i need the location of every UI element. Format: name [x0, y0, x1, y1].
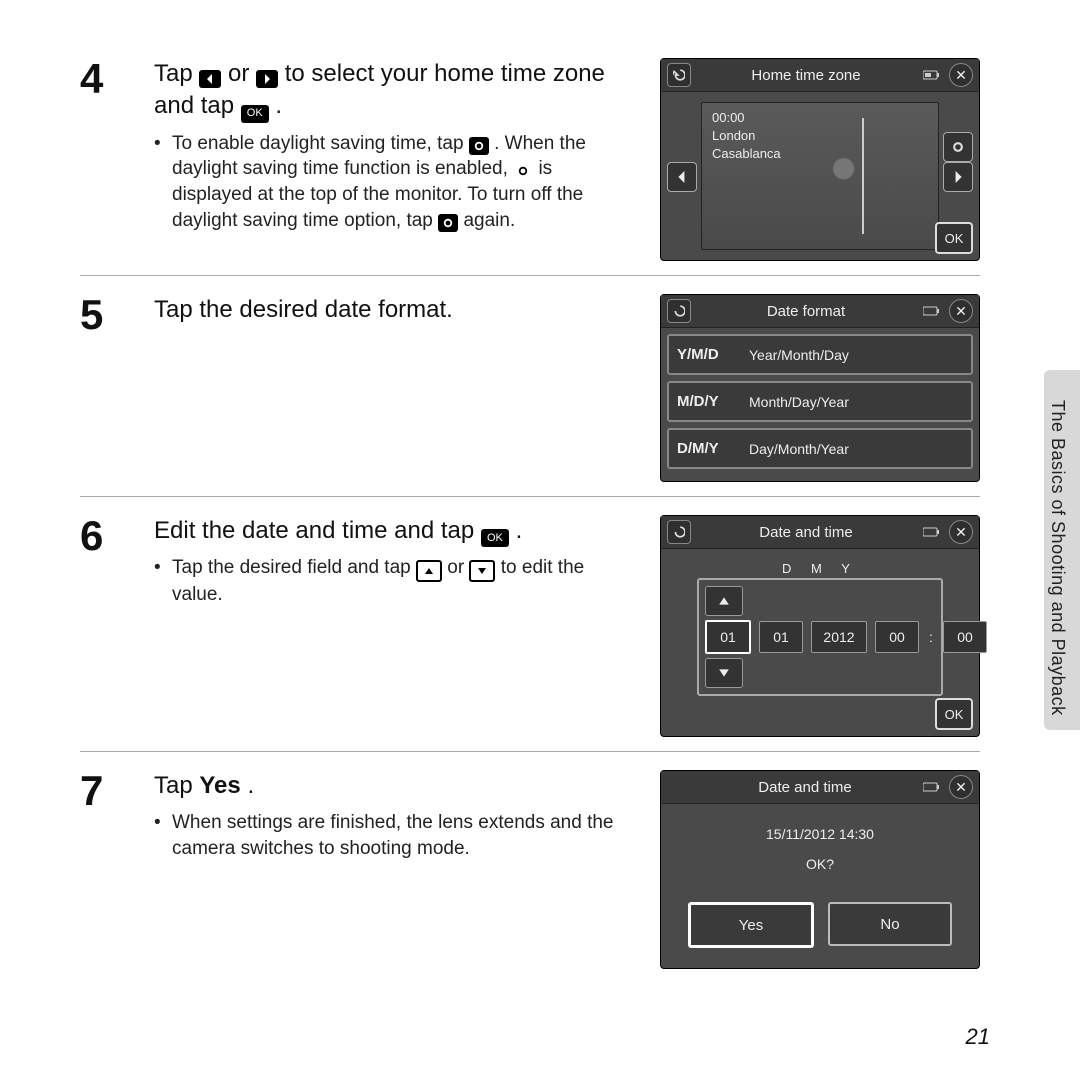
close-icon[interactable]: ✕: [949, 299, 973, 323]
text: .: [275, 92, 282, 119]
ok-button[interactable]: OK: [935, 698, 973, 730]
confirm-prompt: OK?: [671, 856, 969, 872]
back-icon[interactable]: [667, 63, 691, 87]
close-icon[interactable]: ✕: [949, 520, 973, 544]
screen-date-format: Date format ✕ Y/M/D Year/Month/Day M/D/Y…: [660, 294, 980, 482]
date-format-option-mdy[interactable]: M/D/Y Month/Day/Year: [667, 381, 973, 422]
close-icon[interactable]: ✕: [949, 63, 973, 87]
screen-title: Date format: [697, 303, 915, 320]
right-arrow-icon: [256, 70, 278, 88]
step-6: 6 Edit the date and time and tap OK . Ta…: [80, 497, 980, 752]
screen-confirm: Date and time ✕ 15/11/2012 14:30 OK? Yes…: [660, 770, 980, 969]
option-label: Year/Month/Day: [749, 347, 849, 363]
text: or: [228, 60, 256, 87]
back-icon[interactable]: [667, 520, 691, 544]
step-4-bullet: To enable daylight saving time, tap . Wh…: [154, 131, 632, 234]
confirm-datetime: 15/11/2012 14:30: [671, 826, 969, 842]
battery-icon: [921, 300, 943, 322]
dmy-header: D M Y: [671, 561, 969, 576]
hour-field[interactable]: 00: [875, 621, 919, 653]
world-map: 00:00 London Casablanca: [701, 102, 939, 250]
step-number: 4: [80, 58, 126, 261]
yes-button[interactable]: Yes: [688, 902, 814, 948]
left-arrow-icon: [199, 70, 221, 88]
step-5-headline: Tap the desired date format.: [154, 294, 632, 326]
day-field[interactable]: 01: [705, 620, 751, 654]
option-label: Day/Month/Year: [749, 441, 849, 457]
text: .: [247, 772, 254, 799]
text: Tap: [154, 60, 199, 87]
page-number: 21: [966, 1024, 990, 1050]
option-label: Month/Day/Year: [749, 394, 849, 410]
map-city: London: [712, 127, 781, 145]
screen-title: Date and time: [697, 524, 915, 541]
step-6-bullet: Tap the desired field and tap or to edit…: [154, 555, 632, 608]
text: Tap the desired field and tap: [172, 557, 416, 578]
ok-icon: OK: [481, 529, 509, 547]
dst-icon: [438, 214, 458, 232]
minute-field[interactable]: 00: [943, 621, 987, 653]
screen-title: Home time zone: [697, 67, 915, 84]
step-5: 5 Tap the desired date format. Date form…: [80, 276, 980, 497]
dst-toggle-button[interactable]: [943, 132, 973, 162]
step-number: 5: [80, 294, 126, 482]
screen-home-time-zone: Home time zone ✕ 00:00 London Casablanca: [660, 58, 980, 261]
option-key: M/D/Y: [677, 393, 735, 410]
text: again.: [463, 210, 515, 231]
up-arrow-icon: [416, 560, 442, 582]
map-city: Casablanca: [712, 145, 781, 163]
text: Edit the date and time and tap: [154, 517, 481, 544]
close-icon[interactable]: ✕: [949, 775, 973, 799]
text: or: [447, 557, 469, 578]
step-7: 7 Tap Yes . When settings are finished, …: [80, 752, 980, 983]
year-field[interactable]: 2012: [811, 621, 867, 653]
screen-title: Date and time: [695, 779, 915, 796]
date-format-option-dmy[interactable]: D/M/Y Day/Month/Year: [667, 428, 973, 469]
battery-icon: [921, 776, 943, 798]
text: Tap: [154, 772, 199, 799]
side-section-label: The Basics of Shooting and Playback: [1047, 400, 1068, 716]
datetime-editor: 01 01 2012 00 : 00: [697, 578, 943, 696]
step-number: 7: [80, 770, 126, 969]
step-7-headline: Tap Yes .: [154, 770, 632, 802]
option-key: Y/M/D: [677, 346, 735, 363]
step-number: 6: [80, 515, 126, 737]
time-separator: :: [927, 629, 935, 645]
step-4: 4 Tap or to select your home time zone a…: [80, 40, 980, 276]
text: to select your home time zone and tap: [154, 60, 605, 119]
text: To enable daylight saving time, tap: [172, 133, 469, 154]
step-4-headline: Tap or to select your home time zone and…: [154, 58, 632, 123]
increment-button[interactable]: [705, 586, 743, 616]
next-timezone-button[interactable]: [943, 162, 973, 192]
decrement-button[interactable]: [705, 658, 743, 688]
prev-timezone-button[interactable]: [667, 162, 697, 192]
step-7-bullet: When settings are finished, the lens ext…: [154, 810, 632, 861]
dst-icon: [469, 137, 489, 155]
map-time: 00:00: [712, 109, 781, 127]
down-arrow-icon: [469, 560, 495, 582]
option-key: D/M/Y: [677, 440, 735, 457]
no-button[interactable]: No: [828, 902, 952, 946]
back-icon[interactable]: [667, 299, 691, 323]
step-6-headline: Edit the date and time and tap OK .: [154, 515, 632, 547]
battery-icon: [921, 64, 943, 86]
battery-icon: [921, 521, 943, 543]
ok-icon: OK: [241, 105, 269, 123]
text-yes: Yes: [199, 772, 240, 799]
text: .: [516, 517, 523, 544]
screen-date-and-time: Date and time ✕ D M Y 01 01 2012 00 :: [660, 515, 980, 737]
date-format-option-ymd[interactable]: Y/M/D Year/Month/Day: [667, 334, 973, 375]
month-field[interactable]: 01: [759, 621, 803, 653]
ok-button[interactable]: OK: [935, 222, 973, 254]
dst-enabled-icon: [513, 162, 533, 180]
